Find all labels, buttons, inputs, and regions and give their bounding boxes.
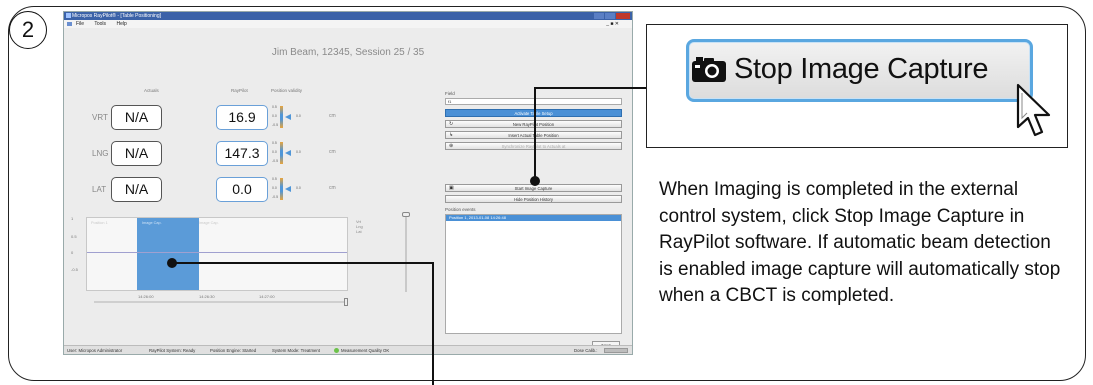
position-history-chart[interactable]: 1 0.5 0 -0.5 14:26:00 14:26:30 14:27:00 … — [71, 216, 348, 299]
menu-bar: File Tools Help _ ■ ✕ — [64, 20, 632, 28]
close-button[interactable] — [616, 13, 630, 19]
sync-icon: ⊕ — [449, 143, 454, 149]
raypilot-window: Micropos RayPilot® - [Table Positioning]… — [63, 11, 633, 355]
y-tick: 0.5 — [71, 234, 77, 239]
field-label: Field — [445, 91, 455, 96]
slider-knob[interactable] — [344, 298, 348, 306]
x-tick: 14:27:00 — [259, 294, 275, 299]
image-capture-region — [137, 218, 199, 290]
x-tick: 14:26:00 — [138, 294, 154, 299]
chart-callout-connector — [432, 262, 434, 385]
horizontal-scroll-slider[interactable] — [94, 298, 348, 306]
vrt-raypilot-value: 16.9 — [216, 105, 268, 130]
vrt-unit: cm — [329, 113, 336, 119]
vrt-actual-value: N/A — [111, 105, 162, 130]
mdi-window-controls[interactable]: _ ■ ✕ — [606, 20, 619, 28]
callout-connector — [534, 87, 646, 89]
maximize-button[interactable] — [605, 13, 615, 19]
lng-gauge-value: 0.0 — [296, 150, 301, 154]
vrt-validity-gauge: 0.5 0.0 -0.5 — [272, 105, 292, 129]
menu-app-icon — [67, 22, 72, 26]
validity-arrow-icon — [285, 114, 291, 120]
menu-file[interactable]: File — [76, 21, 84, 27]
mouse-pointer-icon — [1016, 83, 1051, 137]
y-tick: 0 — [71, 250, 74, 255]
callout-connector — [534, 87, 536, 177]
x-tick: 14:26:30 — [199, 294, 215, 299]
menu-tools[interactable]: Tools — [94, 21, 106, 27]
vrt-gauge-value: 0.0 — [296, 114, 301, 118]
position-events-label: Position events — [445, 207, 476, 212]
lng-actual-value: N/A — [111, 141, 162, 166]
lng-raypilot-value: 147.3 — [216, 141, 268, 166]
status-dose: Dose Calib.: — [574, 348, 598, 353]
validity-arrow-icon — [285, 186, 291, 192]
legend-lat: Lat — [356, 229, 362, 234]
step-number-badge: 2 — [9, 11, 47, 49]
camera-icon — [692, 57, 726, 82]
chart-callout-connector — [172, 262, 434, 264]
position-events-list[interactable]: Position 1, 2013-01-08 14:26:48 — [445, 214, 622, 334]
status-mode: System Mode: Treatment — [272, 348, 320, 353]
window-title: Micropos RayPilot® - [Table Positioning] — [72, 13, 161, 19]
raypilot-header: RayPilot — [231, 88, 248, 93]
lat-raypilot-value: 0.0 — [216, 177, 268, 202]
slider-knob[interactable] — [402, 212, 410, 217]
window-titlebar: Micropos RayPilot® - [Table Positioning] — [64, 12, 632, 20]
validity-arrow-icon — [285, 150, 291, 156]
refresh-icon: ↻ — [449, 121, 454, 127]
instruction-step: 2 Micropos RayPilot® - [Table Positionin… — [0, 0, 1093, 385]
segment-label: Image Cap. — [142, 221, 162, 225]
lng-label: LNG — [92, 149, 109, 158]
vrt-label: VRT — [92, 113, 108, 122]
status-system: RayPilot System: Ready — [149, 348, 196, 353]
lat-gauge-value: 0.0 — [296, 186, 301, 190]
window-controls[interactable] — [594, 13, 630, 19]
app-icon — [66, 13, 71, 18]
instruction-text: When Imaging is completed in the externa… — [659, 179, 1061, 306]
position-trace — [87, 252, 347, 253]
chart-legend: Vrt Lng Lat — [356, 219, 363, 234]
insert-icon: ↳ — [449, 132, 454, 138]
status-user: User: Micropos Administrator — [67, 348, 123, 353]
status-quality: Measurement Quality OK — [334, 346, 389, 354]
lng-unit: cm — [329, 149, 336, 155]
lat-unit: cm — [329, 185, 336, 191]
validity-header: Position validity — [271, 88, 303, 93]
vertical-zoom-slider[interactable] — [402, 212, 410, 292]
status-bar: User: Micropos Administrator RayPilot Sy… — [64, 345, 632, 354]
lng-validity-gauge: 0.5 0.0 -0.5 — [272, 141, 292, 165]
status-engine: Position Engine: Started — [210, 348, 257, 353]
segment-label: Image Cap. — [199, 221, 219, 225]
y-tick: -0.5 — [71, 267, 78, 272]
session-title: Jim Beam, 12345, Session 25 / 35 — [271, 47, 425, 58]
hide-position-history-button[interactable]: Hide Position History — [445, 195, 622, 203]
camera-icon: ▣ — [449, 185, 454, 191]
lat-label: LAT — [92, 185, 107, 194]
check-icon — [334, 348, 339, 354]
segment-label: Position 1 — [91, 221, 108, 225]
minimize-button[interactable] — [594, 13, 604, 19]
lat-actual-value: N/A — [111, 177, 162, 202]
lat-validity-gauge: 0.5 0.0 -0.5 — [272, 177, 292, 201]
stop-image-capture-label: Stop Image Capture — [734, 53, 989, 85]
menu-help[interactable]: Help — [116, 21, 126, 27]
dose-calibration-bar — [604, 348, 628, 353]
y-tick: 1 — [71, 216, 74, 221]
callout-dot — [530, 176, 540, 186]
actuals-header: Actuals — [144, 88, 159, 93]
list-item[interactable]: Position 1, 2013-01-08 14:26:48 — [446, 215, 621, 221]
